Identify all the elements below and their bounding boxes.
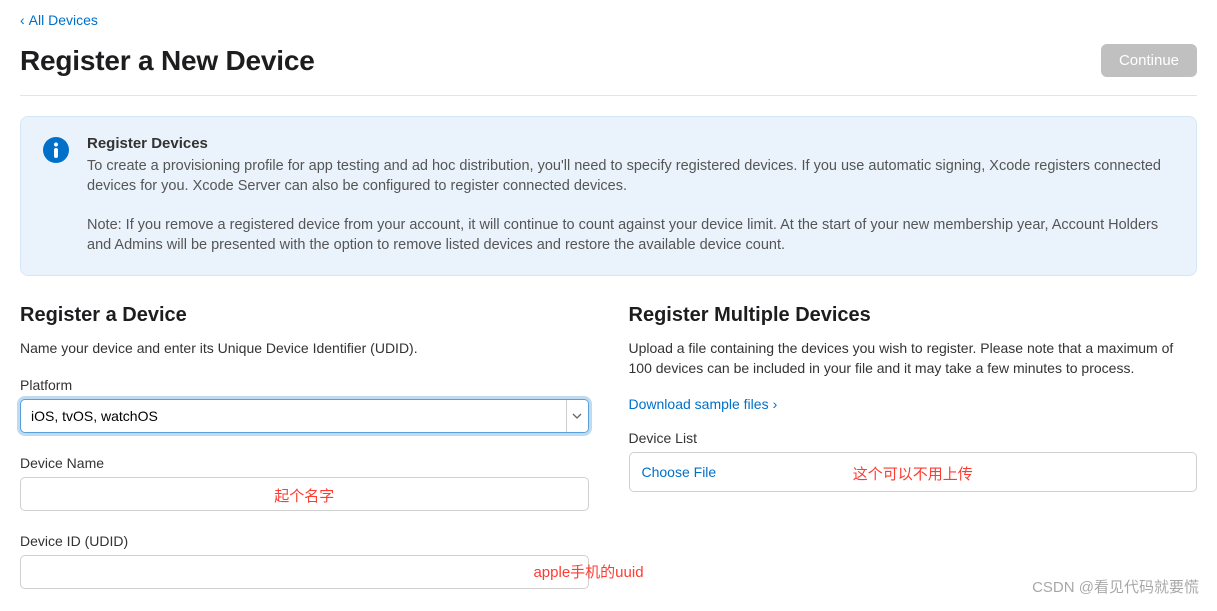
device-id-input[interactable] (20, 555, 589, 589)
choose-file-label: Choose File (642, 464, 717, 480)
device-name-input[interactable] (20, 477, 589, 511)
continue-button[interactable]: Continue (1101, 44, 1197, 77)
info-heading: Register Devices (87, 135, 1174, 152)
info-icon (43, 137, 69, 163)
platform-field: Platform iOS, tvOS, watchOS (20, 377, 589, 433)
device-id-label: Device ID (UDID) (20, 533, 589, 549)
watermark: CSDN @看见代码就要慌 (1032, 576, 1199, 597)
download-sample-label: Download sample files (629, 396, 769, 412)
multiple-title: Register Multiple Devices (629, 304, 1198, 327)
header-row: Register a New Device Continue (20, 36, 1197, 96)
back-link[interactable]: ‹ All Devices (20, 0, 98, 36)
register-multiple-column: Register Multiple Devices Upload a file … (629, 304, 1198, 611)
annotation-upload-hint: 这个可以不用上传 (853, 463, 973, 484)
back-link-label: All Devices (29, 12, 98, 28)
device-id-field: Device ID (UDID) apple手机的uuid (20, 533, 589, 589)
info-paragraph-2: Note: If you remove a registered device … (87, 215, 1174, 256)
device-list-field: Device List Choose File 这个可以不用上传 (629, 430, 1198, 492)
multiple-desc: Upload a file containing the devices you… (629, 339, 1198, 378)
info-banner: Register Devices To create a provisionin… (20, 116, 1197, 276)
register-single-column: Register a Device Name your device and e… (20, 304, 589, 611)
page-title: Register a New Device (20, 45, 315, 77)
platform-label: Platform (20, 377, 589, 393)
info-paragraph-1: To create a provisioning profile for app… (87, 156, 1174, 197)
platform-select[interactable]: iOS, tvOS, watchOS (20, 399, 589, 433)
device-list-label: Device List (629, 430, 1198, 446)
choose-file-box[interactable]: Choose File 这个可以不用上传 (629, 452, 1198, 492)
chevron-right-icon: › (773, 396, 778, 412)
device-name-field: Device Name 起个名字 (20, 455, 589, 511)
device-name-label: Device Name (20, 455, 589, 471)
download-sample-link[interactable]: Download sample files › (629, 396, 778, 412)
chevron-left-icon: ‹ (20, 12, 25, 28)
single-title: Register a Device (20, 304, 589, 327)
single-desc: Name your device and enter its Unique De… (20, 339, 589, 359)
info-text: Register Devices To create a provisionin… (87, 135, 1174, 255)
